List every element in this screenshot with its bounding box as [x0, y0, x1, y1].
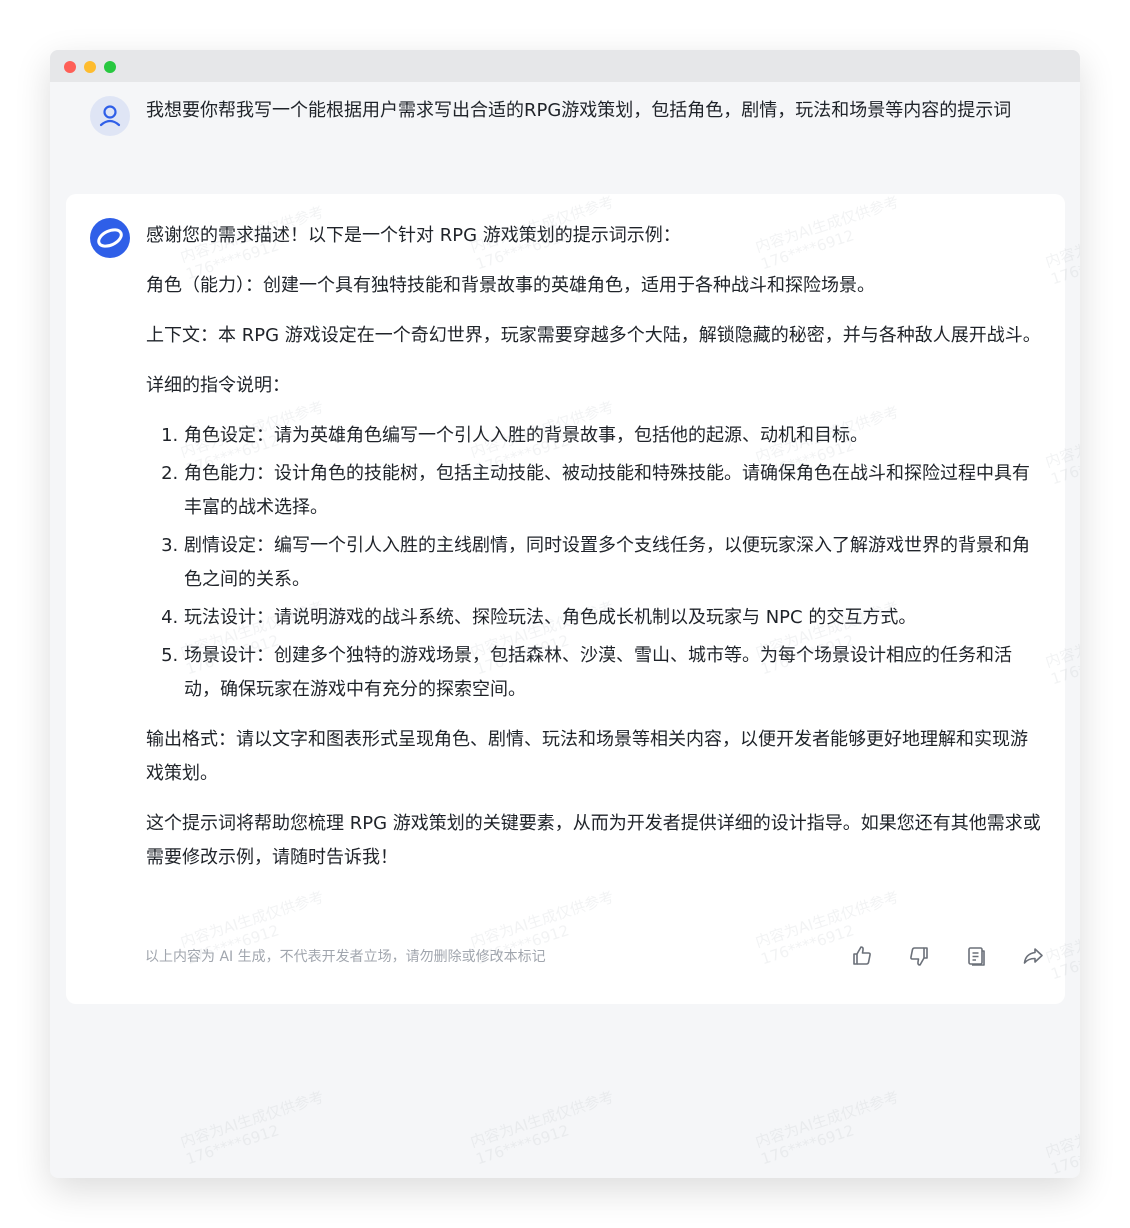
user-message-text: 我想要你帮我写一个能根据用户需求写出合适的RPG游戏策划，包括角色，剧情，玩法和… [146, 100, 1012, 121]
share-button[interactable] [1021, 944, 1045, 968]
like-button[interactable] [850, 944, 874, 968]
dislike-button[interactable] [907, 944, 931, 968]
close-window-button[interactable] [64, 61, 76, 73]
watermark: 内容为AI生成仅供参考176****6912 [178, 1087, 327, 1169]
response-actions [850, 944, 1045, 968]
response-footer: 以上内容为 AI 生成，不代表开发者立场，请勿删除或修改本标记 [145, 944, 1045, 970]
ai-intro: 感谢您的需求描述！以下是一个针对 RPG 游戏策划的提示词示例： [146, 225, 681, 246]
ai-role: 角色（能力）：创建一个具有独特技能和背景故事的英雄角色，适用于各种战斗和探险场景… [146, 275, 875, 296]
window-titlebar [50, 50, 1080, 82]
ai-context: 上下文：本 RPG 游戏设定在一个奇幻世界，玩家需要穿越多个大陆，解锁隐藏的秘密… [146, 325, 1041, 346]
ai-closing: 这个提示词将帮助您梳理 RPG 游戏策划的关键要素，从而为开发者提供详细的设计指… [146, 813, 1041, 868]
minimize-window-button[interactable] [84, 61, 96, 73]
copy-button[interactable] [964, 944, 988, 968]
maximize-window-button[interactable] [104, 61, 116, 73]
list-item: 角色设定：请为英雄角色编写一个引人入胜的背景故事，包括他的起源、动机和目标。 [184, 419, 1044, 453]
user-avatar [90, 96, 130, 136]
watermark: 内容为AI生成仅供参考176****6912 [753, 1087, 902, 1169]
ai-response-card: 感谢您的需求描述！以下是一个针对 RPG 游戏策划的提示词示例： 角色（能力）：… [66, 194, 1065, 1004]
share-icon [1023, 948, 1043, 964]
watermark: 内容为AI生成仅供参考176****6912 [1043, 1097, 1080, 1178]
ai-avatar [90, 218, 130, 258]
watermark: 内容为AI生成仅供参考176****6912 [468, 1087, 617, 1169]
list-item: 角色能力：设计角色的技能树，包括主动技能、被动技能和特殊技能。请确保角色在战斗和… [184, 457, 1044, 525]
app-window: 我想要你帮我写一个能根据用户需求写出合适的RPG游戏策划，包括角色，剧情，玩法和… [50, 50, 1080, 1178]
thumbs-down-icon [910, 947, 928, 966]
ai-instructions-title: 详细的指令说明： [146, 375, 290, 396]
user-icon [99, 105, 121, 127]
ai-logo-icon [90, 218, 130, 258]
list-item: 剧情设定：编写一个引人入胜的主线剧情，同时设置多个支线任务，以便玩家深入了解游戏… [184, 529, 1044, 597]
ai-response-body: 感谢您的需求描述！以下是一个针对 RPG 游戏策划的提示词示例： 角色（能力）：… [146, 219, 1044, 891]
copy-icon [968, 947, 985, 966]
list-item: 场景设计：创建多个独特的游戏场景，包括森林、沙漠、雪山、城市等。为每个场景设计相… [184, 639, 1044, 707]
ai-output-format: 输出格式：请以文字和图表形式呈现角色、剧情、玩法和场景等相关内容，以便开发者能够… [146, 729, 1028, 784]
list-item: 玩法设计：请说明游戏的战斗系统、探险玩法、角色成长机制以及玩家与 NPC 的交互… [184, 601, 1044, 635]
thumbs-up-icon [853, 946, 871, 965]
ai-disclaimer: 以上内容为 AI 生成，不代表开发者立场，请勿删除或修改本标记 [145, 949, 546, 965]
instruction-list: 角色设定：请为英雄角色编写一个引人入胜的背景故事，包括他的起源、动机和目标。 角… [146, 419, 1044, 707]
